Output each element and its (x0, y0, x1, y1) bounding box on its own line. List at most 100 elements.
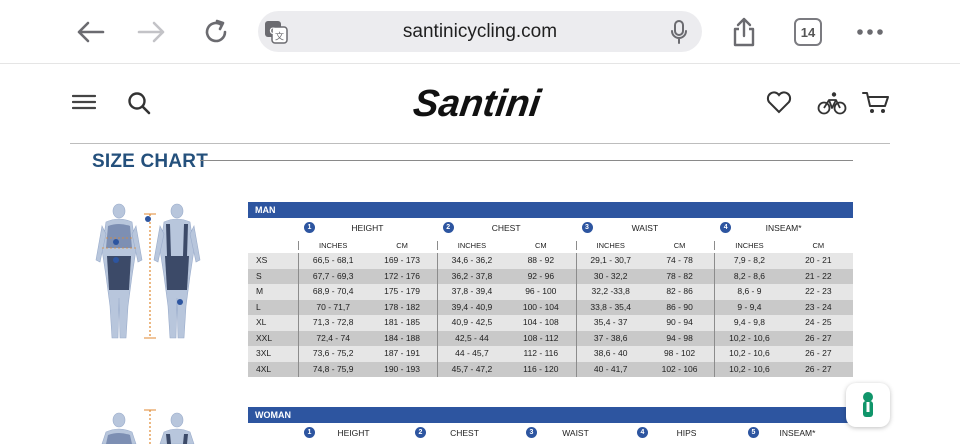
more-icon[interactable] (852, 14, 888, 50)
measure-number-badge: 1 (304, 222, 315, 233)
unit-label: INCHES (436, 241, 506, 250)
measurement-cell: 86 - 90 (644, 299, 715, 315)
measurement-cell: 71,3 - 72,8 (298, 315, 368, 331)
measure-number-badge: 3 (526, 427, 537, 438)
measure-label: INSEAM* (779, 428, 816, 438)
search-icon[interactable] (127, 91, 151, 115)
microphone-icon[interactable] (670, 19, 688, 45)
man-size-table: MAN 1 HEIGHT 2 CHEST 3 WAIST 4 INSEAM* I… (248, 202, 853, 377)
measurement-cell: 34,6 - 36,2 (436, 253, 507, 269)
measure-hips: 4 HIPS (631, 427, 742, 438)
browser-toolbar: G 文 santinicycling.com 14 (0, 0, 960, 64)
measure-label: CHEST (491, 223, 521, 233)
measure-number-badge: 2 (415, 427, 426, 438)
santini-logo[interactable]: Santini (398, 82, 562, 125)
measurement-cell: 7,9 - 8,2 (714, 253, 784, 269)
size-label-cell: S (248, 268, 298, 284)
measurement-cell: 82 - 86 (644, 284, 715, 300)
measurement-cell: 22 - 23 (783, 284, 853, 300)
unit-label: CM (812, 241, 825, 250)
title-divider (200, 160, 853, 161)
measurement-cell: 175 - 179 (367, 284, 437, 300)
measurement-cell: 33,8 - 35,4 (575, 299, 645, 315)
measure-label: WAIST (631, 223, 659, 233)
size-label-cell: M (248, 284, 298, 300)
measure-label: HEIGHT (351, 223, 384, 233)
measurement-cell: 102 - 106 (644, 361, 715, 377)
measurement-cell: 36,2 - 37,8 (436, 268, 507, 284)
size-label-cell: XS (248, 253, 298, 269)
measurement-cell: 39,4 - 40,9 (436, 299, 507, 315)
reload-icon[interactable] (198, 14, 234, 50)
measurement-cell: 26 - 27 (783, 330, 853, 346)
forward-arrow-icon[interactable] (134, 14, 170, 50)
unit-label: CM (396, 241, 408, 250)
measure-chest: 2 CHEST (437, 222, 576, 233)
woman-group-header: WOMAN (248, 407, 853, 423)
measure-label: HIPS (676, 428, 697, 438)
measurement-cell: 181 - 185 (367, 315, 437, 331)
measurement-cell: 8,6 - 9 (714, 284, 784, 300)
heart-icon[interactable] (766, 90, 792, 114)
measurement-cell: 29,1 - 30,7 (575, 253, 645, 269)
man-size-rows: XS 66,5 - 68,1 169 - 173 34,6 - 36,2 88 - 92… (248, 253, 853, 377)
measurement-cell: 38,6 - 40 (575, 346, 645, 362)
measurement-cell: 45,7 - 47,2 (436, 361, 507, 377)
help-button[interactable] (846, 383, 890, 427)
measure-number-badge: 2 (442, 222, 454, 233)
measurement-cell: 10,2 - 10,6 (714, 330, 784, 346)
measurement-cell: 26 - 27 (783, 346, 853, 362)
measure-inseam: 4 INSEAM* (714, 222, 853, 233)
unit-label: CM (534, 241, 547, 250)
measurement-cell: 190 - 193 (367, 361, 437, 377)
cart-icon[interactable] (862, 91, 890, 115)
help-icon (863, 392, 873, 417)
woman-measure-header: 1 HEIGHT 2 CHEST 3 WAIST 4 HIPS 5 INSEAM… (248, 423, 853, 443)
man-body-figure (92, 198, 204, 348)
measurement-cell: 8,2 - 8,6 (714, 268, 784, 284)
measurement-cell: 98 - 102 (644, 346, 715, 362)
size-chart-title: SIZE CHART (92, 151, 208, 172)
measurement-cell: 178 - 182 (367, 299, 437, 315)
measurement-cell: 72,4 - 74 (298, 330, 368, 346)
unit-label: INCHES (714, 241, 783, 250)
measurement-cell: 37 - 38,6 (575, 330, 645, 346)
measurement-cell: 9,4 - 9,8 (714, 315, 784, 331)
measurement-cell: 68,9 - 70,4 (298, 284, 368, 300)
measurement-cell: 21 - 22 (783, 268, 853, 284)
size-label-cell: 4XL (248, 361, 298, 377)
measurement-cell: 26 - 27 (783, 361, 853, 377)
menu-icon[interactable] (71, 92, 97, 112)
size-label-cell: XL (248, 315, 298, 331)
back-arrow-icon[interactable] (72, 14, 108, 50)
measure-height: 1 HEIGHT (298, 427, 409, 438)
measurement-cell: 78 - 82 (644, 268, 715, 284)
address-bar[interactable]: G 文 santinicycling.com (258, 11, 702, 52)
measurement-cell: 112 - 116 (506, 346, 576, 362)
measure-waist: 3 WAIST (576, 222, 715, 233)
measurement-cell: 108 - 112 (506, 330, 576, 346)
woman-size-table: WOMAN 1 HEIGHT 2 CHEST 3 WAIST 4 HIPS 5 … (248, 407, 853, 443)
measurement-cell: 10,2 - 10,6 (714, 361, 784, 377)
measure-chest: 2 CHEST (409, 427, 520, 438)
measurement-cell: 10,2 - 10,6 (714, 346, 784, 362)
measurement-cell: 30 - 32,2 (575, 268, 645, 284)
measurement-cell: 70 - 71,7 (298, 299, 368, 315)
measurement-cell: 100 - 104 (506, 299, 576, 315)
measure-number-badge: 4 (637, 427, 648, 438)
unit-header-row: INCHES CM INCHES CM INCHES CM INCHES CM (248, 238, 853, 253)
unit-label: INCHES (575, 241, 645, 250)
measurement-cell: 20 - 21 (783, 253, 853, 269)
measure-label: CHEST (450, 428, 479, 438)
bike-icon[interactable] (817, 91, 847, 115)
share-icon[interactable] (726, 14, 762, 50)
measure-number-badge: 1 (304, 427, 315, 438)
measurement-cell: 96 - 100 (506, 284, 576, 300)
measurement-cell: 37,8 - 39,4 (436, 284, 507, 300)
tabs-count-button[interactable]: 14 (794, 18, 822, 46)
measure-number-badge: 5 (748, 427, 759, 438)
measurement-cell: 104 - 108 (506, 315, 576, 331)
measurement-cell: 67,7 - 69,3 (298, 268, 368, 284)
svg-text:Santini: Santini (411, 82, 545, 124)
woman-body-figure (92, 404, 204, 444)
